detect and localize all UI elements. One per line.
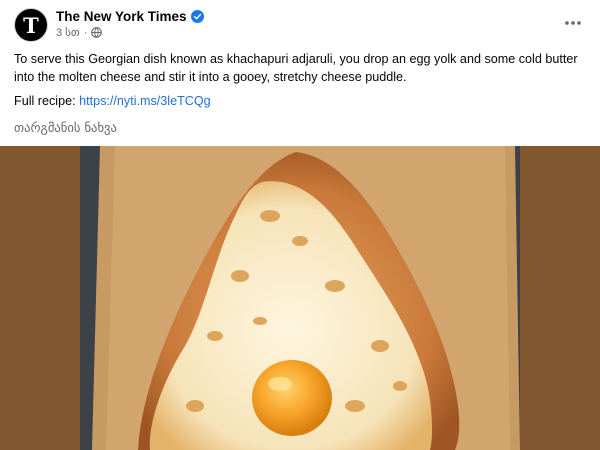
- recipe-line: Full recipe: https://nyti.ms/3leTCQg: [14, 92, 211, 110]
- post-meta: 3 სთ ·: [56, 26, 103, 39]
- recipe-link[interactable]: https://nyti.ms/3leTCQg: [79, 94, 211, 108]
- post-text: To serve this Georgian dish known as kha…: [14, 52, 578, 84]
- khachapuri-photo: [80, 146, 520, 450]
- nyt-logo-icon: T: [23, 12, 39, 38]
- post-photo[interactable]: [0, 146, 600, 450]
- page-name-row: The New York Times: [56, 8, 204, 25]
- avatar[interactable]: T: [14, 8, 48, 42]
- post-header: T The New York Times 3 სთ ·: [0, 0, 600, 46]
- verified-badge-icon: [190, 10, 204, 23]
- globe-icon[interactable]: [91, 27, 103, 38]
- post-timestamp[interactable]: 3 სთ: [56, 26, 80, 39]
- recipe-label: Full recipe:: [14, 94, 76, 108]
- meta-separator: ·: [83, 26, 88, 39]
- more-options-button[interactable]: [560, 10, 586, 36]
- page-name[interactable]: The New York Times: [56, 9, 187, 24]
- see-translation-link[interactable]: თარგმანის ნახვა: [14, 120, 117, 135]
- more-horizontal-icon: [565, 21, 581, 25]
